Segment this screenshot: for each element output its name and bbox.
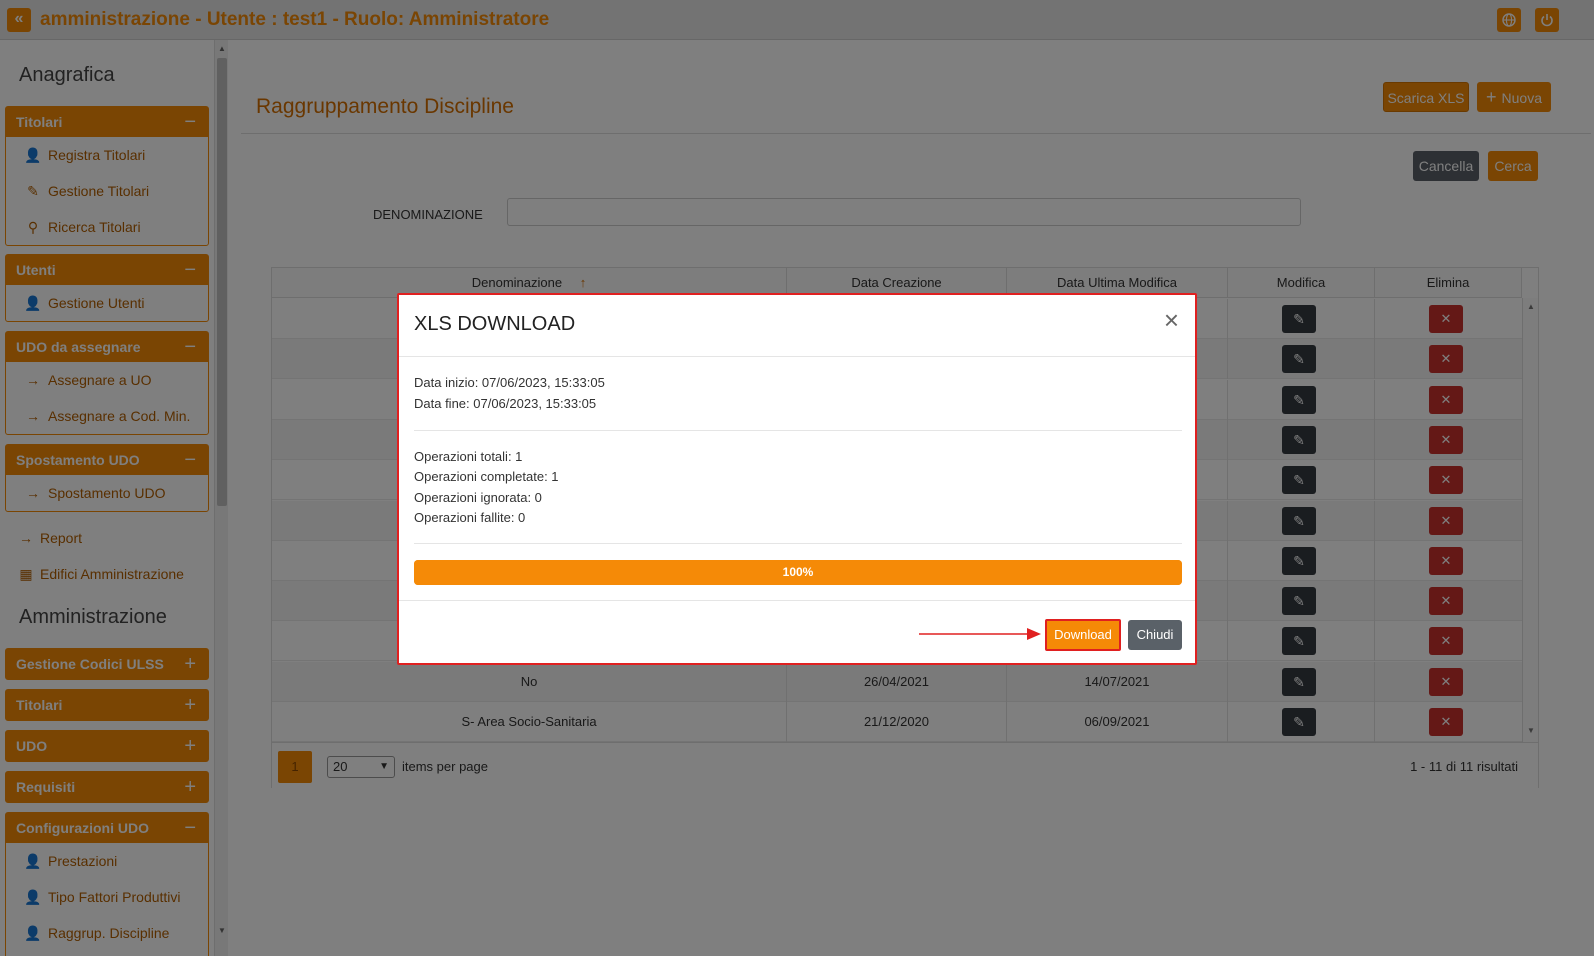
operazioni-fallite-text: Operazioni fallite: 0 [414, 510, 526, 525]
annotation-arrow-icon [919, 628, 1041, 640]
operazioni-completate-text: Operazioni completate: 1 [414, 469, 559, 484]
xls-download-modal: XLS DOWNLOAD × Data inizio: 07/06/2023, … [397, 293, 1197, 665]
divider [399, 600, 1195, 601]
modal-title: XLS DOWNLOAD [414, 313, 576, 335]
operazioni-ignorata-text: Operazioni ignorata: 0 [414, 490, 542, 505]
download-button[interactable]: Download [1045, 619, 1121, 651]
progress-bar: 100% [414, 560, 1182, 585]
close-icon[interactable]: × [1164, 307, 1179, 333]
chiudi-button[interactable]: Chiudi [1128, 620, 1182, 650]
divider [399, 356, 1195, 357]
data-inizio-text: Data inizio: 07/06/2023, 15:33:05 [414, 375, 605, 390]
operazioni-totali-text: Operazioni totali: 1 [414, 449, 523, 464]
progress-label: 100% [782, 565, 814, 579]
divider [414, 543, 1182, 544]
data-fine-text: Data fine: 07/06/2023, 15:33:05 [414, 396, 597, 411]
divider [414, 430, 1182, 431]
